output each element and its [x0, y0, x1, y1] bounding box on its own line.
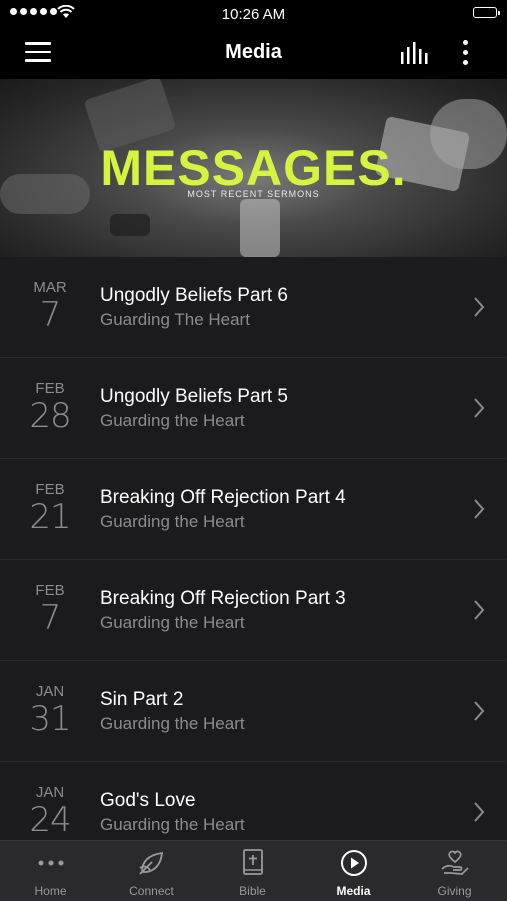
message-day: 31	[29, 699, 71, 739]
messages-banner[interactable]: MESSAGES. MOST RECENT SERMONS	[0, 79, 507, 257]
heart-hand-icon	[440, 850, 469, 875]
message-title: Breaking Off Rejection Part 3	[100, 588, 346, 609]
more-options-icon[interactable]	[463, 40, 468, 65]
chevron-right-icon	[474, 499, 485, 519]
message-series: Guarding the Heart	[100, 613, 245, 632]
tab-media[interactable]: Media	[303, 841, 404, 901]
leaf-icon	[138, 851, 163, 875]
tab-label: Giving	[437, 884, 472, 898]
message-list: MAR 7 Ungodly Beliefs Part 6 Guarding Th…	[0, 257, 507, 840]
chevron-right-icon	[474, 297, 485, 317]
message-day: 24	[29, 800, 71, 840]
message-row[interactable]: JAN 24 God's Love Guarding the Heart	[0, 762, 507, 840]
tab-label: Media	[336, 884, 371, 898]
message-title: Ungodly Beliefs Part 6	[100, 285, 288, 306]
message-day: 7	[39, 598, 62, 638]
message-row[interactable]: FEB 21 Breaking Off Rejection Part 4 Gua…	[0, 459, 507, 560]
message-row[interactable]: JAN 31 Sin Part 2 Guarding the Heart	[0, 661, 507, 762]
bible-icon	[242, 849, 263, 875]
message-month: FEB	[35, 582, 65, 599]
message-day: 28	[29, 396, 71, 436]
message-month: FEB	[35, 380, 65, 397]
status-time: 10:26 AM	[221, 6, 286, 23]
page-title: Media	[225, 41, 282, 63]
message-month: JAN	[35, 784, 65, 801]
chevron-right-icon	[474, 701, 485, 721]
tab-label: Connect	[129, 884, 174, 898]
tab-home[interactable]: Home	[0, 841, 101, 901]
message-title: God's Love	[100, 790, 196, 811]
tab-bible[interactable]: Bible	[202, 841, 303, 901]
message-day: 7	[39, 295, 62, 335]
chevron-right-icon	[474, 802, 485, 822]
message-row[interactable]: FEB 28 Ungodly Beliefs Part 5 Guarding t…	[0, 358, 507, 459]
audio-levels-icon[interactable]	[400, 42, 430, 64]
message-series: Guarding the Heart	[100, 815, 245, 834]
more-dots-icon	[38, 860, 63, 866]
message-row[interactable]: MAR 7 Ungodly Beliefs Part 6 Guarding Th…	[0, 257, 507, 358]
chevron-right-icon	[474, 398, 485, 418]
battery-icon	[473, 7, 500, 18]
navigation-bar: Media	[0, 28, 507, 79]
chevron-right-icon	[474, 600, 485, 620]
message-series: Guarding The Heart	[100, 310, 250, 329]
message-month: MAR	[33, 279, 67, 296]
message-row[interactable]: FEB 7 Breaking Off Rejection Part 3 Guar…	[0, 560, 507, 661]
message-title: Breaking Off Rejection Part 4	[100, 487, 346, 508]
banner-headline: MESSAGES.	[100, 140, 407, 196]
tab-label: Home	[34, 884, 67, 898]
tab-bar: Home Connect Bible Media Giving	[0, 840, 507, 901]
message-month: JAN	[35, 683, 65, 700]
tab-label: Bible	[239, 884, 266, 898]
play-circle-icon	[340, 850, 367, 876]
banner-subtitle: MOST RECENT SERMONS	[187, 189, 320, 199]
message-series: Guarding the Heart	[100, 714, 245, 733]
status-bar: 10:26 AM	[0, 0, 507, 28]
message-day: 21	[29, 497, 71, 537]
message-title: Sin Part 2	[100, 689, 184, 710]
message-series: Guarding the Heart	[100, 411, 245, 430]
message-title: Ungodly Beliefs Part 5	[100, 386, 288, 407]
message-month: FEB	[35, 481, 65, 498]
tab-giving[interactable]: Giving	[404, 841, 505, 901]
tab-connect[interactable]: Connect	[101, 841, 202, 901]
message-series: Guarding the Heart	[100, 512, 245, 531]
